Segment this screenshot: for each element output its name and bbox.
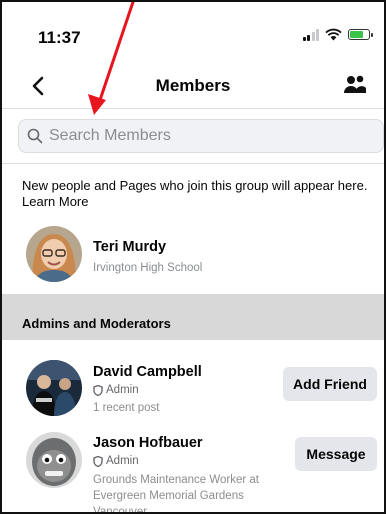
role-label: Admin xyxy=(106,455,139,467)
wifi-icon xyxy=(325,28,342,41)
avatar-photo xyxy=(26,226,82,282)
avatar[interactable] xyxy=(26,432,82,488)
member-detail: Evergreen Memorial Gardens xyxy=(93,490,244,502)
nav-divider xyxy=(2,108,384,109)
admins-section-header: Admins and Moderators xyxy=(2,294,384,340)
people-icon[interactable] xyxy=(342,72,368,98)
admin-role: Admin xyxy=(93,384,139,396)
learn-more-link[interactable]: Learn More xyxy=(22,194,382,210)
member-detail: Vancouver xyxy=(93,506,148,514)
signal-icon xyxy=(302,28,319,41)
section-title: Admins and Moderators xyxy=(22,316,171,331)
search-icon xyxy=(27,128,43,144)
member-name[interactable]: David Campbell xyxy=(93,364,202,380)
member-name[interactable]: Jason Hofbauer xyxy=(93,435,203,451)
message-button[interactable]: Message xyxy=(295,437,377,471)
role-label: Admin xyxy=(106,384,139,396)
member-name[interactable]: Teri Murdy xyxy=(93,239,166,255)
member-subtitle: Irvington High School xyxy=(93,262,203,274)
admin-role: Admin xyxy=(93,455,139,467)
search-divider xyxy=(2,163,384,164)
battery-icon xyxy=(348,29,373,40)
status-bar: 11:37 xyxy=(2,2,384,68)
search-bar[interactable] xyxy=(18,119,384,153)
member-detail: Grounds Maintenance Worker at xyxy=(93,474,259,486)
avatar[interactable] xyxy=(26,226,82,282)
info-text: New people and Pages who join this group… xyxy=(22,178,368,193)
phone-screen: 11:37 Members Search Members New people … xyxy=(0,0,386,514)
nav-bar: Members xyxy=(2,68,384,108)
shield-icon xyxy=(93,384,103,396)
member-detail: 1 recent post xyxy=(93,402,160,414)
search-input[interactable] xyxy=(49,127,349,145)
avatar[interactable] xyxy=(26,360,82,416)
page-title: Members xyxy=(155,76,231,95)
status-time: 11:37 xyxy=(38,28,81,47)
add-friend-button[interactable]: Add Friend xyxy=(283,367,377,401)
avatar-photo xyxy=(26,360,82,416)
shield-icon xyxy=(93,455,103,467)
new-members-info: New people and Pages who join this group… xyxy=(22,178,382,210)
avatar-photo xyxy=(26,432,82,488)
status-icons xyxy=(302,28,373,41)
